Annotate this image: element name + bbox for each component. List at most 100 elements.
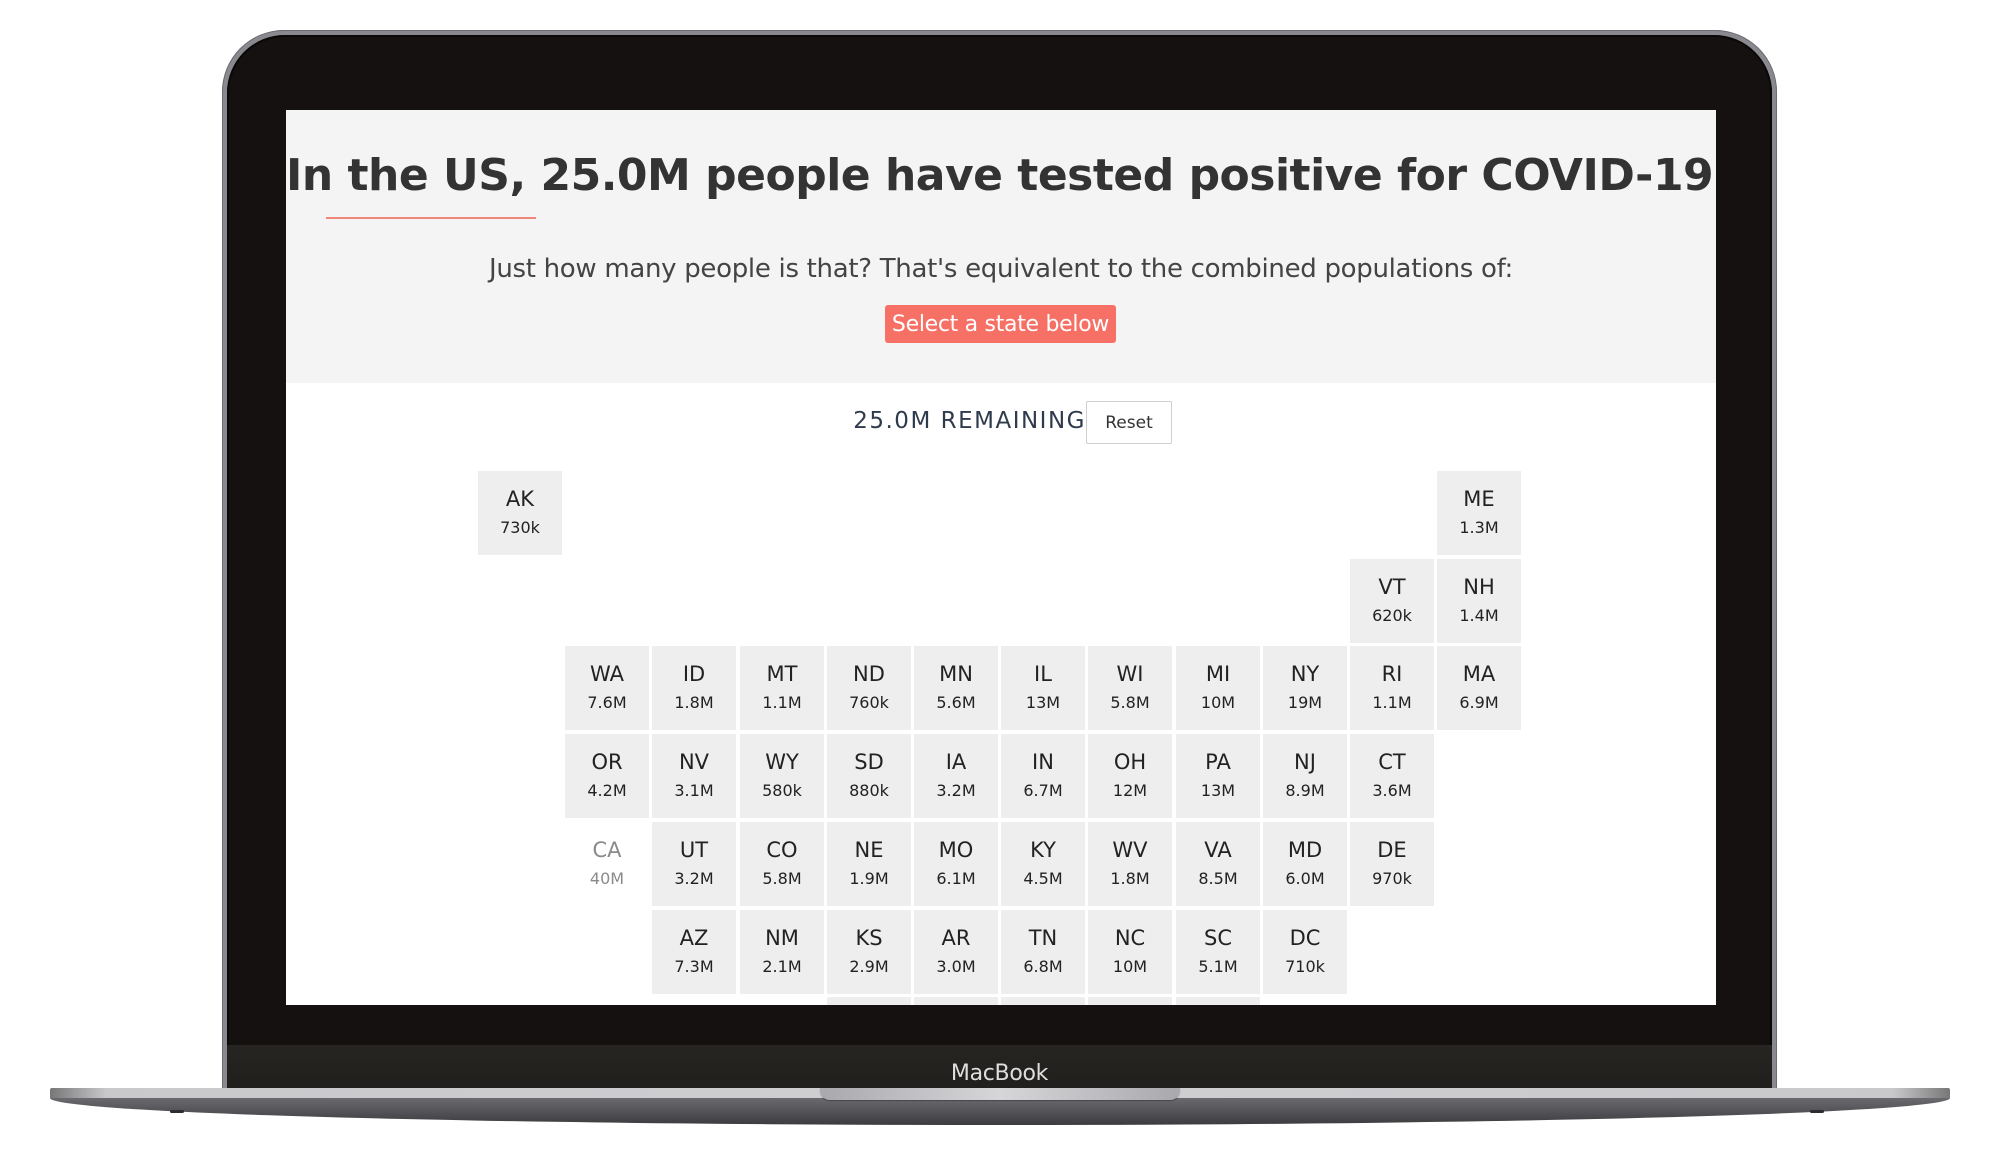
state-tile-wv[interactable]: WV 1.8M xyxy=(1088,822,1172,906)
state-tile-mi[interactable]: MI 10M xyxy=(1176,646,1260,730)
state-abbr: TN xyxy=(1028,926,1058,950)
state-abbr: NY xyxy=(1290,662,1320,686)
state-abbr: OH xyxy=(1113,750,1147,774)
state-abbr: KY xyxy=(1030,838,1056,862)
state-abbr: ND xyxy=(853,662,885,686)
state-tile-ne[interactable]: NE 1.9M xyxy=(827,822,911,906)
state-tile-mo[interactable]: MO 6.1M xyxy=(914,822,998,906)
state-population: 7.6M xyxy=(587,693,627,712)
state-tile-ar[interactable]: AR 3.0M xyxy=(914,910,998,994)
state-tile-ny[interactable]: NY 19M xyxy=(1263,646,1347,730)
state-tile-me[interactable]: ME 1.3M xyxy=(1437,471,1521,555)
state-population: 3.1M xyxy=(674,781,714,800)
state-population: 40M xyxy=(589,869,625,888)
state-tile-ct[interactable]: CT 3.6M xyxy=(1350,734,1434,818)
state-tile-ri[interactable]: RI 1.1M xyxy=(1350,646,1434,730)
state-abbr: MI xyxy=(1205,662,1231,686)
state-population: 6.1M xyxy=(936,869,976,888)
state-abbr: WI xyxy=(1116,662,1144,686)
state-abbr: AZ xyxy=(679,926,709,950)
state-tile[interactable] xyxy=(1176,997,1260,1005)
state-population: 19M xyxy=(1287,693,1323,712)
state-tile-mt[interactable]: MT 1.1M xyxy=(740,646,824,730)
state-tile-md[interactable]: MD 6.0M xyxy=(1263,822,1347,906)
screen: In the US, 25.0M people have tested posi… xyxy=(286,110,1716,1005)
rubber-foot xyxy=(170,1110,184,1113)
state-tile-ia[interactable]: IA 3.2M xyxy=(914,734,998,818)
state-population: 880k xyxy=(849,781,889,800)
state-tile-vt[interactable]: VT 620k xyxy=(1350,559,1434,643)
state-tile-dc[interactable]: DC 710k xyxy=(1263,910,1347,994)
state-population: 4.2M xyxy=(587,781,627,800)
state-abbr: DC xyxy=(1289,926,1321,950)
state-tile-wi[interactable]: WI 5.8M xyxy=(1088,646,1172,730)
state-abbr: MT xyxy=(766,662,798,686)
state-abbr: ME xyxy=(1463,487,1495,511)
state-abbr: KS xyxy=(855,926,883,950)
state-tile-or[interactable]: OR 4.2M xyxy=(565,734,649,818)
state-abbr: CT xyxy=(1378,750,1406,774)
state-abbr: SD xyxy=(854,750,884,774)
state-population: 6.8M xyxy=(1023,957,1063,976)
state-tile-ks[interactable]: KS 2.9M xyxy=(827,910,911,994)
state-tile-oh[interactable]: OH 12M xyxy=(1088,734,1172,818)
state-tile-il[interactable]: IL 13M xyxy=(1001,646,1085,730)
state-population: 5.6M xyxy=(936,693,976,712)
state-tile-ak[interactable]: AK 730k xyxy=(478,471,562,555)
state-population: 730k xyxy=(500,518,540,537)
state-tile[interactable] xyxy=(827,997,911,1005)
state-tile-co[interactable]: CO 5.8M xyxy=(740,822,824,906)
state-tile-nv[interactable]: NV 3.1M xyxy=(652,734,736,818)
state-tile-nj[interactable]: NJ 8.9M xyxy=(1263,734,1347,818)
state-tile-in[interactable]: IN 6.7M xyxy=(1001,734,1085,818)
base-body xyxy=(50,1098,1950,1125)
state-population: 3.6M xyxy=(1372,781,1412,800)
state-tile[interactable] xyxy=(1088,997,1172,1005)
state-tile-sc[interactable]: SC 5.1M xyxy=(1176,910,1260,994)
state-tile-nh[interactable]: NH 1.4M xyxy=(1437,559,1521,643)
state-abbr: VA xyxy=(1204,838,1232,862)
state-population: 10M xyxy=(1112,957,1148,976)
state-population: 5.8M xyxy=(762,869,802,888)
state-tile-ma[interactable]: MA 6.9M xyxy=(1437,646,1521,730)
state-population: 1.1M xyxy=(1372,693,1412,712)
state-tile-tn[interactable]: TN 6.8M xyxy=(1001,910,1085,994)
state-abbr: MN xyxy=(939,662,973,686)
state-population: 3.2M xyxy=(674,869,714,888)
state-tile-mn[interactable]: MN 5.6M xyxy=(914,646,998,730)
state-abbr: SC xyxy=(1204,926,1232,950)
state-population: 1.4M xyxy=(1459,606,1499,625)
state-population: 6.0M xyxy=(1285,869,1325,888)
state-tile-va[interactable]: VA 8.5M xyxy=(1176,822,1260,906)
state-tile-ky[interactable]: KY 4.5M xyxy=(1001,822,1085,906)
state-population: 12M xyxy=(1112,781,1148,800)
state-abbr: NV xyxy=(678,750,710,774)
state-population: 7.3M xyxy=(674,957,714,976)
state-tile-nd[interactable]: ND 760k xyxy=(827,646,911,730)
state-abbr: OR xyxy=(591,750,623,774)
state-tile-nc[interactable]: NC 10M xyxy=(1088,910,1172,994)
state-population: 760k xyxy=(849,693,889,712)
state-population: 2.9M xyxy=(849,957,889,976)
state-tile-wa[interactable]: WA 7.6M xyxy=(565,646,649,730)
state-abbr: IN xyxy=(1032,750,1054,774)
state-abbr: WY xyxy=(765,750,799,774)
state-tile-nm[interactable]: NM 2.1M xyxy=(740,910,824,994)
state-population: 6.7M xyxy=(1023,781,1063,800)
state-tile[interactable] xyxy=(914,997,998,1005)
state-tile-pa[interactable]: PA 13M xyxy=(1176,734,1260,818)
state-tile-ca: CA 40M xyxy=(565,822,649,906)
state-tile-ut[interactable]: UT 3.2M xyxy=(652,822,736,906)
state-abbr: VT xyxy=(1378,575,1406,599)
state-tile-sd[interactable]: SD 880k xyxy=(827,734,911,818)
state-tile-wy[interactable]: WY 580k xyxy=(740,734,824,818)
state-abbr: IA xyxy=(945,750,967,774)
state-population: 13M xyxy=(1025,693,1061,712)
state-tile[interactable] xyxy=(1001,997,1085,1005)
state-tile-az[interactable]: AZ 7.3M xyxy=(652,910,736,994)
state-population: 1.1M xyxy=(762,693,802,712)
state-abbr: CA xyxy=(592,838,622,862)
state-abbr: NH xyxy=(1463,575,1495,599)
state-tile-id[interactable]: ID 1.8M xyxy=(652,646,736,730)
state-tile-de[interactable]: DE 970k xyxy=(1350,822,1434,906)
